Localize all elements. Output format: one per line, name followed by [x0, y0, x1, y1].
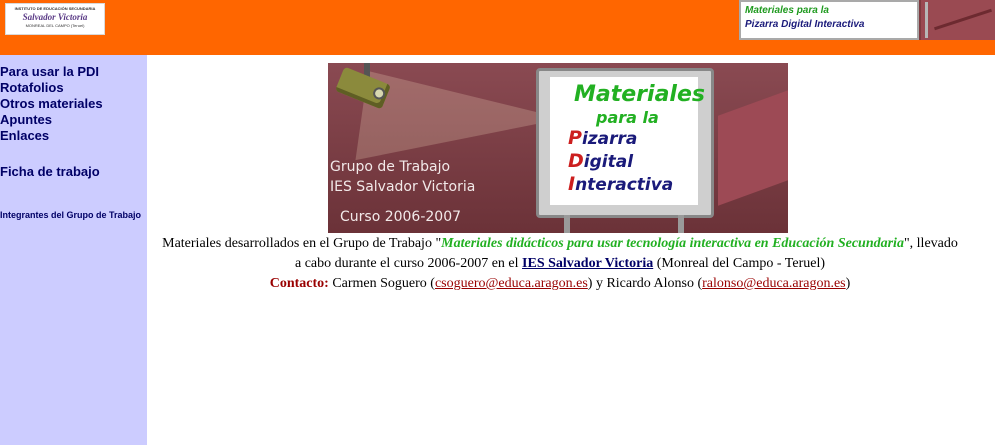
logo-line-name: Salvador Victoria	[22, 12, 88, 22]
banner-title-line2: Pizarra Digital Interactiva	[745, 19, 865, 30]
hero-screen-title: Materiales	[574, 82, 705, 107]
whiteboard-leg-right	[678, 215, 684, 233]
contact1-name: Carmen Soguero (	[328, 276, 435, 291]
email-link-csoguero[interactable]: csoguero@educa.aragon.es	[435, 276, 588, 291]
whiteboard-leg-left	[564, 215, 570, 233]
sidebar-item-integrantes[interactable]: Integrantes del Grupo de Trabajo	[0, 210, 145, 221]
hero-caption-school: IES Salvador Victoria	[330, 179, 476, 195]
description: Materiales desarrollados en el Grupo de …	[160, 234, 960, 294]
hero-screen-words: Pizarra Digital Interactiva	[568, 127, 673, 196]
hero-word-interactiva: Interactiva	[568, 173, 674, 195]
logo-line-location: MONREAL DEL CAMPO (Teruel)	[25, 23, 85, 28]
sidebar-item-enlaces[interactable]: Enlaces	[0, 128, 49, 144]
header-banner-image: Materiales para la Pizarra Digital Inter…	[739, 0, 995, 40]
banner-panel: Materiales para la Pizarra Digital Inter…	[739, 0, 919, 40]
description-intro: Materiales desarrollados en el Grupo de …	[162, 236, 442, 251]
school-link[interactable]: IES Salvador Victoria	[522, 256, 653, 271]
header-bar: INSTITUTO DE EDUCACIÓN SECUNDARIA Salvad…	[0, 0, 995, 55]
hero-image: Materiales para la Pizarra Digital Inter…	[328, 63, 788, 233]
sidebar-item-ficha-de-trabajo[interactable]: Ficha de trabajo	[0, 164, 100, 180]
sidebar-item-para-usar-la-pdi[interactable]: Para usar la PDI	[0, 64, 99, 80]
hero-caption-year: Curso 2006-2007	[340, 209, 462, 225]
banner-decoration	[921, 0, 995, 40]
description-paragraph: Materiales desarrollados en el Grupo de …	[160, 234, 960, 274]
hero-word-pizarra: Pizarra	[568, 127, 638, 149]
sidebar-item-rotafolios[interactable]: Rotafolios	[0, 80, 64, 96]
banner-title-line1: Materiales para la	[745, 5, 829, 16]
logo-line-institute: INSTITUTO DE EDUCACIÓN SECUNDARIA	[14, 6, 96, 11]
hero-caption-group: Grupo de Trabajo	[330, 159, 451, 175]
hero-word-digital: Digital	[568, 150, 634, 172]
project-title: Materiales didácticos para usar tecnolog…	[441, 236, 904, 251]
contact-line: Contacto: Carmen Soguero (csoguero@educa…	[160, 274, 960, 294]
email-link-ralonso[interactable]: ralonso@educa.aragon.es	[702, 276, 846, 291]
contact-label: Contacto:	[269, 276, 329, 291]
sidebar-item-otros-materiales[interactable]: Otros materiales	[0, 96, 103, 112]
hero-screen-subtitle: para la	[596, 108, 659, 127]
sidebar: Para usar la PDI Rotafolios Otros materi…	[0, 55, 147, 445]
sidebar-item-apuntes[interactable]: Apuntes	[0, 112, 52, 128]
description-location: (Monreal del Campo - Teruel)	[653, 256, 825, 271]
contact-close: )	[845, 276, 851, 291]
school-logo[interactable]: INSTITUTO DE EDUCACIÓN SECUNDARIA Salvad…	[5, 3, 105, 35]
contact2-name: ) y Ricardo Alonso (	[587, 276, 703, 291]
